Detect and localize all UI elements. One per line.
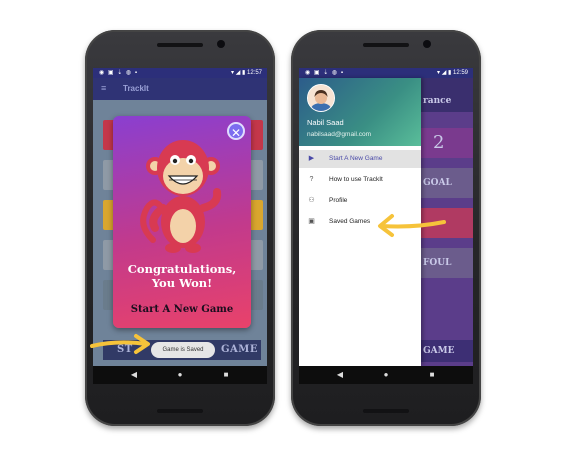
bg-text-rance: rance: [423, 96, 452, 106]
menu-item-label: How to use TrackIt: [329, 176, 383, 183]
menu-item-label: Start A New Game: [329, 155, 383, 162]
status-right: ▾ ◢ ▮ 12:59: [437, 68, 468, 78]
help-icon: ?: [309, 176, 314, 183]
save-icon: ▣: [308, 218, 315, 225]
app-bar: ≡ TrackIt: [93, 78, 267, 100]
bottom-speaker: [363, 409, 409, 413]
bg-text-goal: GOAL: [423, 178, 452, 188]
clock: 12:57: [246, 70, 262, 76]
phone-left: ◉ ▣ ⇣ ◍ ▪ ▾ ◢ ▮ 12:57 ≡ TrackIt ST GAME …: [85, 30, 275, 426]
arrow-to-toast-icon: [90, 334, 150, 354]
menu-item-start-new-game[interactable]: ▶ Start A New Game: [299, 150, 421, 168]
status-bar: ◉ ▣ ⇣ ◍ ▪ ▾ ◢ ▮ 12:57: [93, 68, 267, 78]
play-icon: ▶: [308, 155, 315, 162]
monkey-mascot-icon: [140, 140, 222, 253]
heading-line-2: You Won!: [151, 276, 213, 290]
bg-text-foul: FOUL: [423, 258, 452, 268]
bottom-speaker: [157, 409, 203, 413]
bg-score: 2: [433, 132, 445, 153]
win-dialog: ✕ Congratulations, You Won! Start A New …: [113, 116, 251, 328]
user-email: nabilsaad@gmail.com: [307, 131, 372, 138]
hamburger-menu-icon[interactable]: ≡: [101, 83, 106, 93]
person-icon: ⚇: [308, 197, 315, 204]
saved-toast: Game is Saved: [151, 342, 215, 358]
status-bar: ◉ ▣ ⇣ ◍ ▪ ▾ ◢ ▮ 12:59: [299, 68, 473, 78]
avatar[interactable]: [307, 84, 335, 112]
arrow-to-saved-games-icon: [378, 214, 446, 237]
menu-item-how-to-use[interactable]: ? How to use TrackIt: [299, 171, 421, 189]
back-icon[interactable]: ◀: [129, 370, 139, 380]
back-icon[interactable]: ◀: [335, 370, 345, 380]
notification-icons: ◉ ▣ ⇣ ◍ ▪: [99, 70, 138, 76]
wifi-icon: ▾: [231, 70, 235, 76]
front-camera: [217, 40, 225, 48]
signal-icon: ◢: [441, 70, 447, 76]
battery-icon: ▮: [242, 70, 246, 76]
wifi-icon: ▾: [437, 70, 441, 76]
drawer-header: Nabil Saad nabilsaad@gmail.com: [299, 78, 421, 146]
clock: 12:59: [452, 70, 468, 76]
navigation-bar: ◀ ● ■: [93, 366, 267, 384]
top-speaker: [157, 43, 203, 47]
heading-line-1: Congratulations,: [127, 262, 237, 276]
menu-item-label: Profile: [329, 197, 348, 204]
congratulations-heading: Congratulations, You Won!: [113, 262, 251, 290]
status-right: ▾ ◢ ▮ 12:57: [231, 68, 262, 78]
navigation-bar: ◀ ● ■: [299, 366, 473, 384]
notification-icons: ◉ ▣ ⇣ ◍ ▪: [305, 70, 344, 76]
bg-text-game: GAME: [423, 346, 455, 356]
battery-icon: ▮: [448, 70, 452, 76]
home-icon[interactable]: ●: [175, 370, 185, 380]
bar-label-right: GAME: [221, 344, 258, 355]
header-tile: [415, 78, 473, 112]
user-name: Nabil Saad: [307, 118, 344, 127]
app-title: TrackIt: [123, 84, 149, 93]
recents-icon[interactable]: ■: [427, 370, 437, 380]
signal-icon: ◢: [235, 70, 241, 76]
home-icon[interactable]: ●: [381, 370, 391, 380]
user-avatar-icon: [308, 85, 334, 111]
top-speaker: [363, 43, 409, 47]
recents-icon[interactable]: ■: [221, 370, 231, 380]
front-camera: [423, 40, 431, 48]
menu-item-label: Saved Games: [329, 218, 371, 225]
start-new-game-button[interactable]: Start A New Game: [113, 304, 251, 315]
menu-item-profile[interactable]: ⚇ Profile: [299, 192, 421, 210]
